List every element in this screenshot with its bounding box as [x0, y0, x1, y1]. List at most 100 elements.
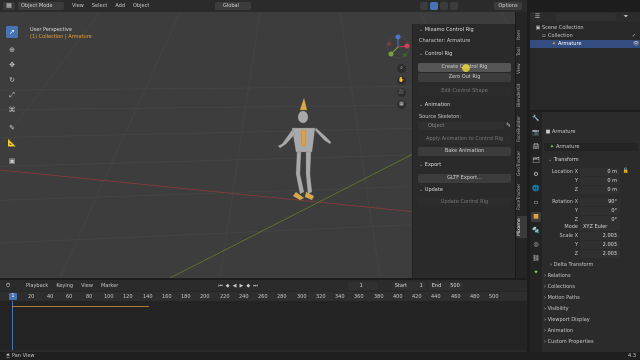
tab-mixamo[interactable]: Mixamo — [517, 216, 527, 238]
location-z-field[interactable]: 0 m — [580, 186, 620, 194]
view-layer-props-icon[interactable]: 🗂 — [531, 156, 541, 166]
location-y-field[interactable]: 0 m — [580, 177, 620, 185]
rotation-mode-dropdown[interactable]: XYZ Euler — [580, 223, 620, 231]
scale-tool-icon[interactable]: ⤢ — [6, 89, 18, 101]
navigation-gizmo[interactable] — [385, 34, 411, 60]
menu-playback[interactable]: Playback — [26, 283, 48, 289]
wireframe-shading-icon[interactable] — [420, 2, 428, 10]
object-props-icon[interactable]: ■ — [531, 212, 541, 222]
playhead-line[interactable] — [12, 301, 13, 350]
collection-row[interactable]: ▫ Collection ✓ — [540, 32, 638, 40]
ortho-toggle-icon[interactable]: ▦ — [397, 100, 406, 109]
rotate-tool-icon[interactable]: ↻ — [6, 74, 18, 86]
outliner-editor-icon[interactable]: ☰ — [533, 13, 542, 21]
eyedropper-icon[interactable]: ✎ — [505, 122, 512, 130]
solid-shading-icon[interactable] — [430, 2, 438, 10]
scale-y-field[interactable]: 2.003 — [580, 241, 620, 249]
cursor-tool-icon[interactable]: ⊕ — [6, 44, 18, 56]
world-props-icon[interactable]: 🌐 — [531, 184, 541, 194]
menu-object[interactable]: Object — [133, 3, 149, 9]
zero-out-rig-button[interactable]: Zero Out Rig — [418, 73, 511, 82]
tab-geotracker[interactable]: GeoTracker — [517, 148, 527, 178]
collection-props-icon[interactable]: ▫ — [531, 198, 541, 208]
mixamo-panel-title[interactable]: Mixamo Control Rig — [413, 26, 516, 34]
apply-animation-button[interactable]: Apply Animation to Control Rig — [418, 135, 511, 144]
current-frame-indicator[interactable]: 1 — [9, 293, 17, 300]
tab-facetracker[interactable]: FaceTracker — [517, 181, 527, 213]
tab-item[interactable]: Item — [517, 28, 527, 42]
prev-key-icon[interactable]: ◆ — [226, 283, 230, 289]
filter-icon[interactable]: ⏷ — [622, 13, 630, 21]
source-skeleton-field[interactable]: Object — [418, 122, 504, 130]
tab-tool[interactable]: Tool — [517, 45, 527, 59]
move-tool-icon[interactable]: ✥ — [6, 59, 18, 71]
data-props-icon[interactable]: ✦ — [531, 268, 541, 278]
update-section[interactable]: Update — [413, 186, 443, 194]
output-props-icon[interactable]: 🖨 — [531, 142, 541, 152]
menu-view[interactable]: View — [72, 3, 84, 9]
panel-animation[interactable]: › Animation — [544, 328, 573, 334]
export-section[interactable]: Export — [413, 161, 441, 169]
menu-keying[interactable]: Keying — [56, 283, 73, 289]
pan-icon[interactable]: ✋ — [397, 76, 406, 85]
play-reverse-icon[interactable]: ◀ — [233, 283, 237, 289]
timeline-editor-icon[interactable]: ⏱ — [4, 282, 12, 290]
animation-section[interactable]: Animation — [413, 101, 451, 109]
add-cube-tool-icon[interactable]: ▣ — [6, 155, 18, 167]
panel-relations[interactable]: › Relations — [544, 273, 571, 279]
armature-visibility-icon[interactable]: 👁 — [632, 41, 640, 47]
panel-motion-paths[interactable]: › Motion Paths — [544, 295, 580, 301]
timeline-track-area[interactable] — [0, 301, 527, 350]
delta-transform-section[interactable]: › Delta Transform — [550, 262, 593, 268]
outliner-search-field[interactable] — [556, 13, 616, 21]
bake-animation-button[interactable]: Bake Animation — [418, 147, 511, 156]
rotation-y-field[interactable]: 0° — [580, 207, 620, 215]
scene-props-icon[interactable]: ⚙ — [531, 170, 541, 180]
panel-viewport-display[interactable]: › Viewport Display — [544, 317, 590, 323]
menu-add[interactable]: Add — [115, 3, 125, 9]
play-icon[interactable]: ▶ — [240, 283, 244, 289]
material-shading-icon[interactable] — [440, 2, 448, 10]
tab-view[interactable]: View — [517, 62, 527, 76]
panel-custom-properties[interactable]: › Custom Properties — [544, 339, 594, 345]
collection-visibility-icon[interactable]: ✓ — [630, 33, 638, 39]
menu-select[interactable]: Select — [92, 3, 107, 9]
tool-props-icon[interactable]: 🔧 — [531, 114, 541, 124]
start-frame-field[interactable]: Start 1 — [391, 281, 426, 290]
render-props-icon[interactable]: 📷 — [531, 128, 541, 138]
scene-collection-row[interactable]: ▣ Scene Collection — [534, 24, 638, 32]
lock-icon[interactable]: 🔓 — [622, 168, 630, 174]
editor-type-icon[interactable]: ▦ — [3, 2, 15, 10]
annotate-tool-icon[interactable]: ✎ — [6, 122, 18, 134]
physics-props-icon[interactable]: ◎ — [531, 240, 541, 250]
scale-z-field[interactable]: 2.003 — [580, 250, 620, 258]
rendered-shading-icon[interactable] — [450, 2, 458, 10]
modifier-props-icon[interactable]: 🔩 — [531, 226, 541, 236]
end-frame-field[interactable]: End 500 — [428, 281, 463, 290]
options-button[interactable]: Options — [494, 2, 522, 10]
tab-facebuilder[interactable]: FaceBuilder — [517, 113, 527, 145]
panel-collections[interactable]: › Collections — [544, 284, 575, 290]
menu-marker[interactable]: Marker — [101, 283, 118, 289]
control-rig-section[interactable]: Control Rig — [413, 50, 453, 58]
next-key-icon[interactable]: ◆ — [246, 283, 250, 289]
timeline-ruler[interactable]: 1 20 40 60 80 100 120 140 160 180 200 22… — [0, 292, 527, 301]
current-frame-field[interactable]: 1 — [347, 281, 378, 290]
camera-view-icon[interactable]: 🎥 — [397, 88, 406, 97]
gltf-export-button[interactable]: GLTF Export... — [418, 174, 511, 183]
rotation-x-field[interactable]: 90° — [580, 198, 620, 206]
select-tool-icon[interactable]: ➚ — [6, 26, 18, 38]
edit-control-shape-button[interactable]: Edit Control Shape — [418, 87, 511, 96]
zoom-icon[interactable]: ⌕ — [397, 64, 406, 73]
location-x-field[interactable]: 0 m — [580, 168, 620, 176]
object-name[interactable]: Armature — [552, 129, 575, 135]
menu-timeline-view[interactable]: View — [81, 283, 93, 289]
transform-section[interactable]: Transform — [542, 156, 579, 164]
jump-end-icon[interactable]: ⏭ — [253, 283, 258, 289]
scale-x-field[interactable]: 2.003 — [580, 232, 620, 240]
transform-tool-icon[interactable]: ⌘ — [6, 104, 18, 116]
measure-tool-icon[interactable]: 📐 — [6, 137, 18, 149]
panel-visibility[interactable]: › Visibility — [544, 306, 569, 312]
constraint-props-icon[interactable]: ⛓ — [531, 254, 541, 264]
jump-start-icon[interactable]: ⏮ — [218, 283, 223, 289]
